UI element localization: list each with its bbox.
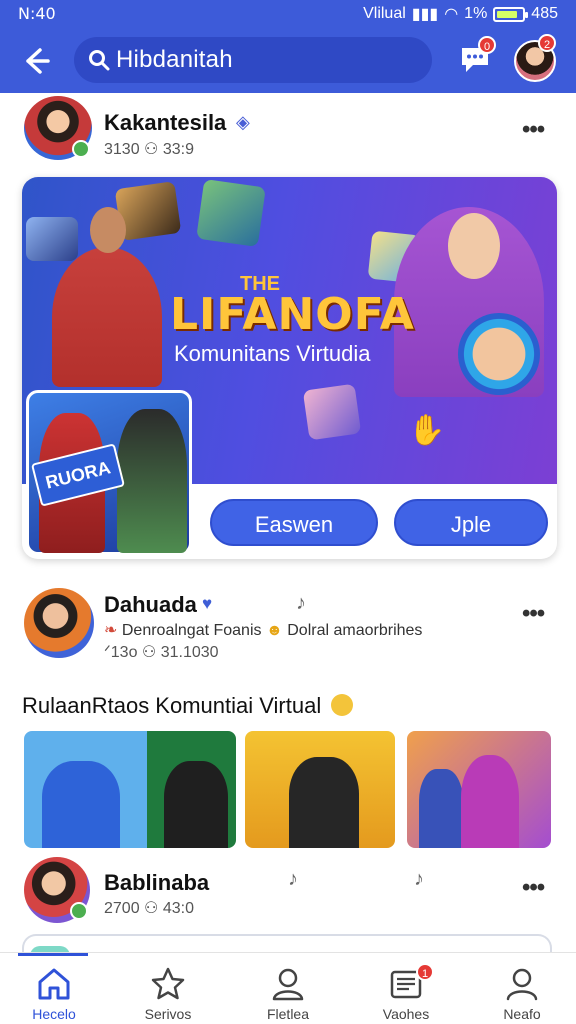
music-note-icon: ♪	[288, 868, 298, 890]
status-number: 485	[531, 5, 558, 22]
promo-banner[interactable]: ✋ THE LIFANOFA Komunitans Virtudia RUORA	[22, 177, 557, 555]
easwen-button[interactable]: Easwen	[210, 499, 378, 546]
bottom-navigation: Hecelo Serivos Fletlea Vaohes 1 Neafo	[0, 952, 576, 1024]
status-icons: Vlilual ▮▮▮ ◠ 1% 485	[363, 4, 558, 24]
search-text: Hibdanitah	[116, 46, 233, 73]
person-figure	[461, 755, 519, 848]
more-options-icon[interactable]: •••	[522, 116, 545, 144]
verified-icon: ◈	[236, 112, 250, 132]
nav-home[interactable]: Hecelo	[6, 961, 102, 1024]
post-author-name[interactable]: Dahuada	[104, 592, 197, 618]
photo-thumbnail	[302, 383, 362, 441]
banner-subtitle: Komunitans Virtudia	[174, 341, 371, 366]
person-figure	[419, 769, 463, 848]
post-author-name[interactable]: Kakantesila	[104, 110, 226, 136]
person-figure	[52, 247, 162, 387]
nav-label: Fletlea	[266, 1006, 310, 1022]
music-note-icon: ♪	[296, 592, 306, 614]
post-meta: 2700 ⚇ 43:0	[104, 900, 194, 917]
person-icon	[272, 968, 304, 1001]
person-figure	[289, 757, 359, 848]
person-figure	[164, 761, 228, 848]
person-head	[448, 213, 500, 279]
community-thumbnail[interactable]	[24, 731, 236, 848]
person-figure	[117, 409, 187, 553]
online-indicator	[72, 140, 90, 158]
community-thumbnail[interactable]	[407, 731, 551, 848]
status-time: N:40	[18, 4, 56, 23]
signal-icon: ▮▮▮	[411, 6, 439, 23]
nav-label: Neafo	[503, 1006, 541, 1022]
more-options-icon[interactable]: •••	[522, 874, 545, 902]
featured-card[interactable]: ✋ THE LIFANOFA Komunitans Virtudia RUORA…	[22, 177, 557, 559]
nav-services[interactable]: Serivos	[120, 961, 216, 1024]
nav-badge: 1	[416, 963, 434, 981]
status-bar: N:40 Vlilual ▮▮▮ ◠ 1% 485	[0, 0, 576, 28]
pepper-icon: ❧	[104, 622, 118, 639]
post-subtitle-text2: Dolral amaorbrihes	[287, 622, 423, 639]
banner-title: LIFANOFA	[170, 289, 415, 340]
battery-pct: 1%	[464, 5, 488, 22]
section-title-text: RulaanRtaos Komuntiai Virtual	[22, 693, 322, 718]
avatar-badge: 2	[538, 34, 556, 52]
online-indicator	[70, 902, 88, 920]
search-icon	[89, 50, 110, 71]
back-arrow-icon[interactable]	[18, 44, 52, 78]
nav-profile[interactable]: Fletlea	[240, 961, 336, 1024]
person-figure	[42, 761, 120, 848]
wifi-icon: ◠	[444, 6, 459, 23]
user-icon	[506, 968, 538, 1001]
battery-icon	[493, 6, 529, 22]
emoji-icon	[331, 694, 354, 716]
star-icon	[151, 967, 185, 1000]
section-title: RulaanRtaos Komuntiai Virtual	[22, 693, 354, 719]
carrier-text: Vlilual	[363, 5, 406, 22]
nav-label: Hecelo	[32, 1006, 76, 1022]
community-thumbnail[interactable]	[245, 731, 395, 848]
post-author-avatar[interactable]	[24, 588, 94, 658]
post-subtitle: ❧ Denroalngat Foanis ☻ Dolral amaorbrihe…	[104, 620, 422, 640]
photo-thumbnail	[196, 178, 266, 248]
post-subtitle-text: Denroalngat Foanis	[121, 622, 262, 639]
photo-thumbnail	[26, 217, 78, 261]
person-head	[90, 207, 126, 253]
avatar-bubble	[458, 313, 540, 395]
search-bar[interactable]: Hibdanitah	[74, 37, 432, 83]
inset-photo: RUORA	[26, 390, 192, 555]
nav-account[interactable]: Neafo	[474, 961, 570, 1024]
top-app-bar: N:40 Vlilual ▮▮▮ ◠ 1% 485 Hibdanitah 0 2	[0, 0, 576, 93]
nav-label: Vaohes	[382, 1006, 430, 1022]
verified-heart-icon: ♥	[202, 594, 213, 613]
emoji-icon: ☻	[265, 622, 283, 639]
active-tab-indicator	[18, 953, 88, 956]
post-author-name[interactable]: Bablinaba	[104, 870, 209, 896]
nav-messages[interactable]: Vaohes	[358, 961, 454, 1024]
home-icon	[38, 968, 70, 1000]
more-options-icon[interactable]: •••	[522, 600, 545, 628]
chat-badge: 0	[478, 36, 496, 54]
jple-button[interactable]: Jple	[394, 499, 548, 546]
nav-label: Serivos	[144, 1006, 192, 1022]
post-meta: ᐟ13o ⚇ 31.1030	[104, 644, 219, 661]
music-note-icon: ♪	[414, 868, 424, 890]
post-meta: 3130 ⚇ 33:9	[104, 141, 194, 158]
hand-wave-icon: ✋	[408, 414, 446, 447]
